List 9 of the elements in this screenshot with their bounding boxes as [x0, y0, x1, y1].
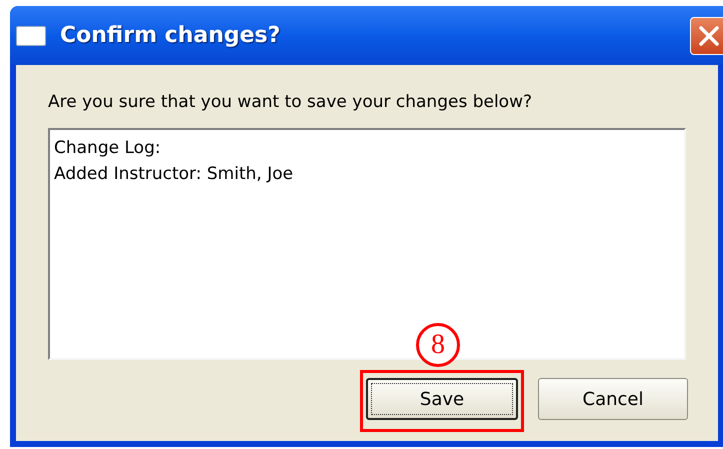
change-log-line: Added Instructor: Smith, Joe	[54, 163, 294, 186]
change-log-line: Change Log:	[54, 137, 162, 160]
close-icon	[698, 24, 720, 46]
prompt-text: Are you sure that you want to save your changes below?	[48, 91, 534, 113]
window-icon	[16, 26, 46, 46]
dialog-button[interactable]: Save	[366, 378, 518, 420]
window-title: Confirm changes?	[60, 22, 280, 50]
dialog-button[interactable]: Cancel	[538, 378, 688, 420]
close-button[interactable]	[690, 16, 723, 54]
